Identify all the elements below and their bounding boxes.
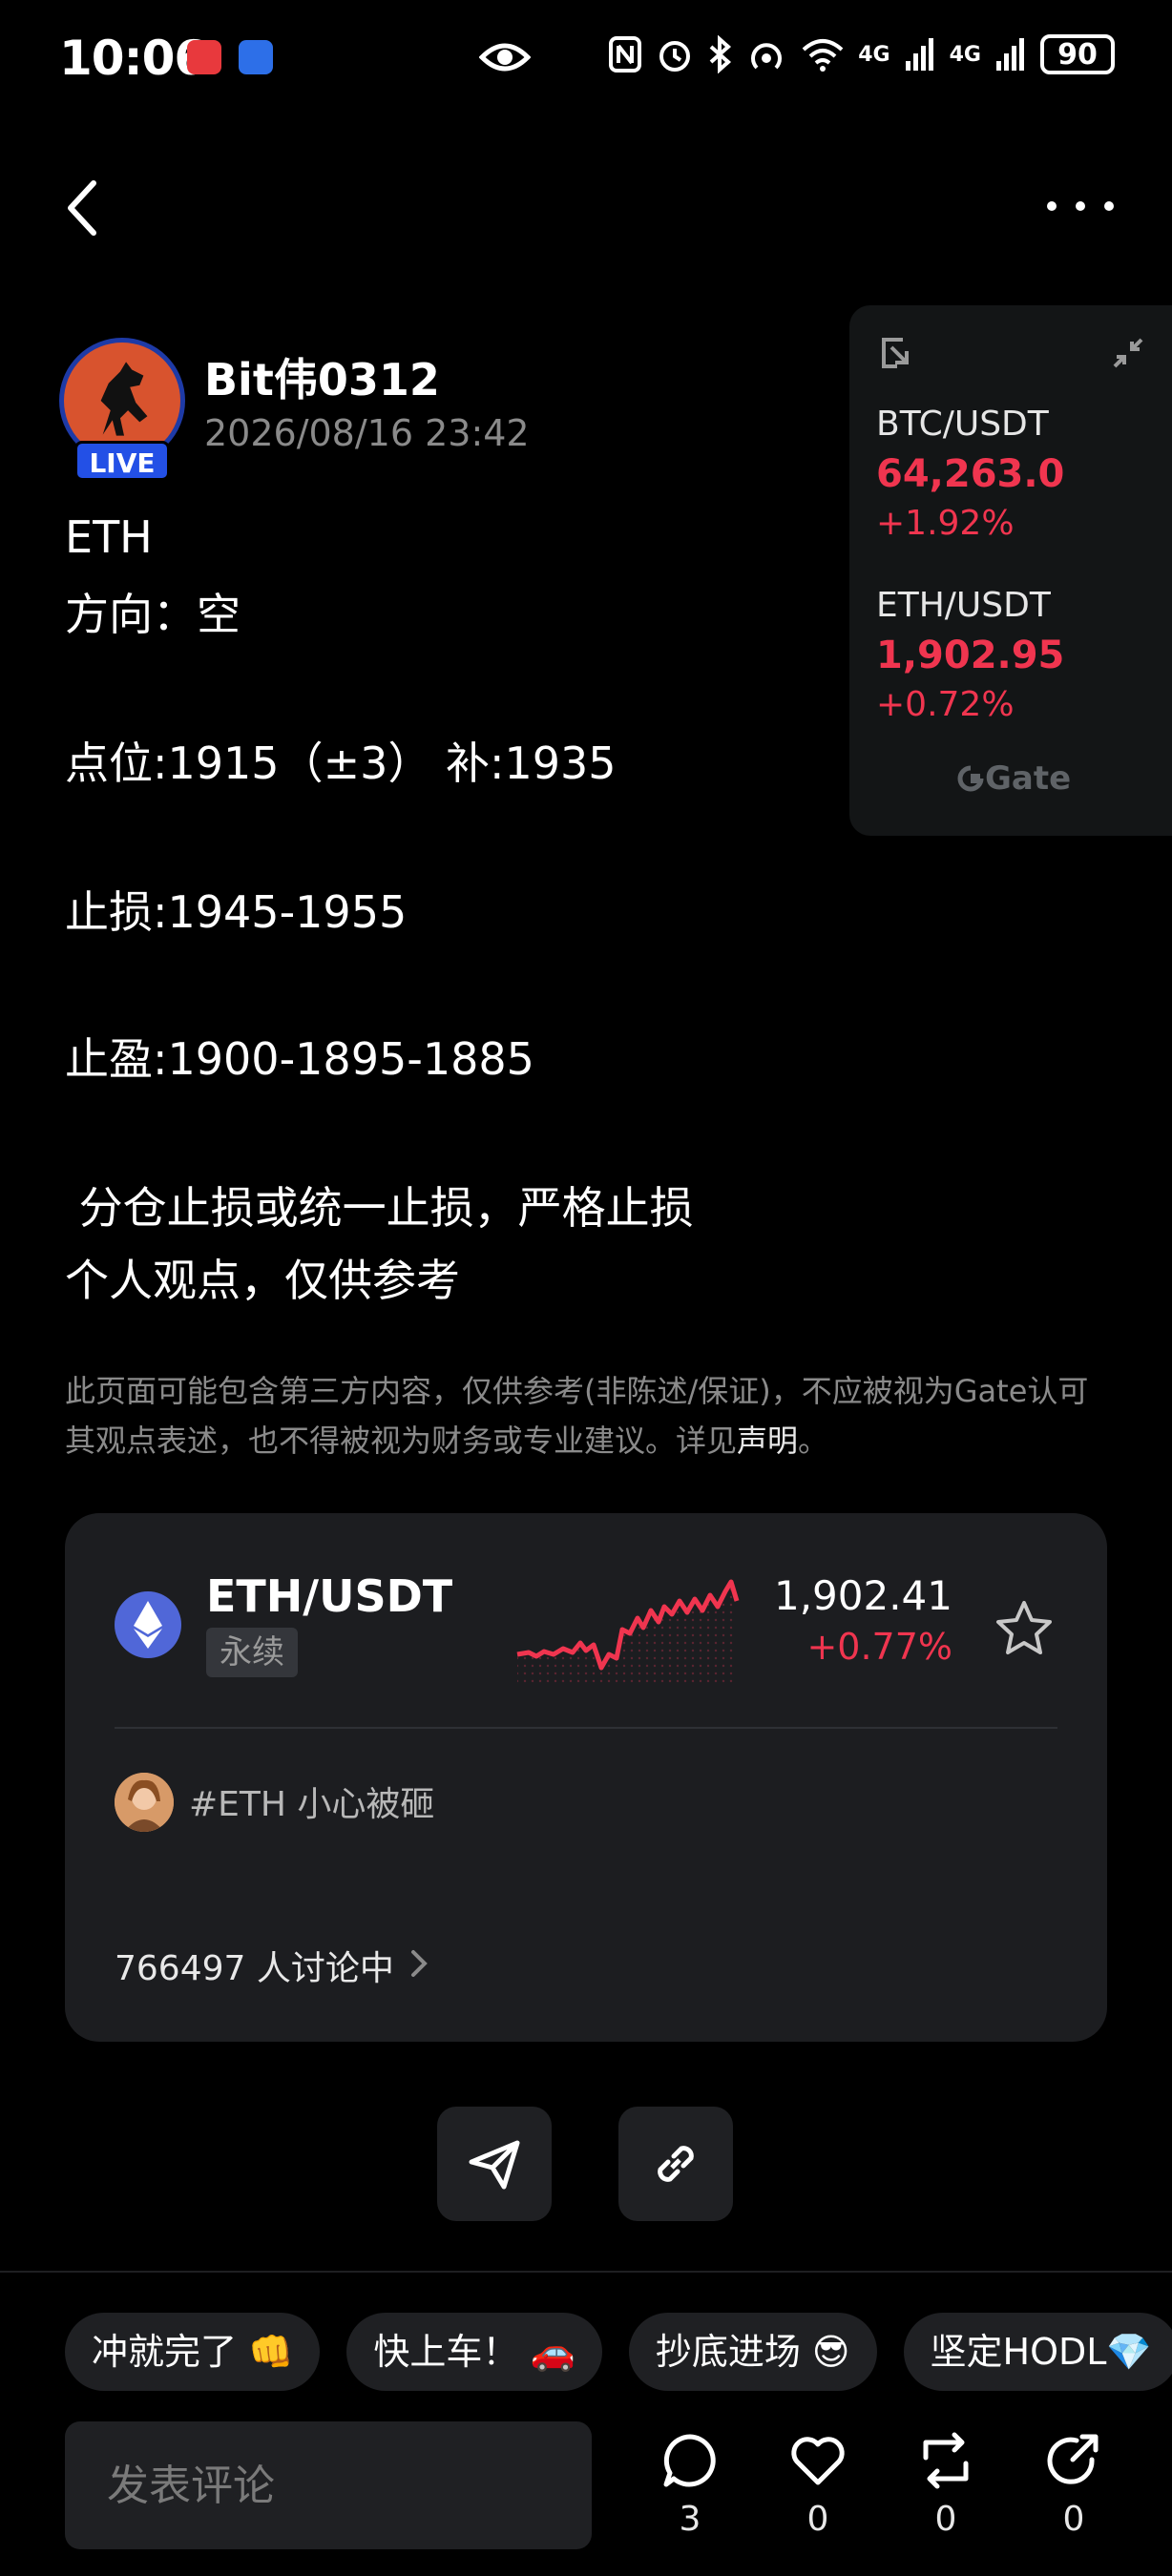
card-change: +0.77% bbox=[806, 1626, 952, 1668]
comment-button[interactable]: 3 bbox=[647, 2431, 733, 2539]
eye-icon bbox=[479, 43, 531, 72]
market-card[interactable]: ETH/USDT 永续 1,902.41 +0.77% #ETH 小心被砸 76… bbox=[65, 1513, 1107, 2042]
signal-label-2: 4G bbox=[949, 42, 981, 67]
post-line: 个人观点，仅供参考 bbox=[65, 1255, 460, 1306]
send-icon bbox=[469, 2140, 520, 2190]
eth-diamond-icon bbox=[134, 1601, 162, 1649]
user-face-icon bbox=[115, 1773, 174, 1832]
topic-avatar bbox=[115, 1773, 174, 1832]
quick-reply-chip[interactable]: 冲就完了 👊 bbox=[65, 2313, 321, 2391]
comment-icon bbox=[663, 2434, 716, 2487]
hotspot-icon bbox=[751, 43, 783, 70]
ticker-pair: BTC/USDT bbox=[876, 405, 1049, 444]
card-divider bbox=[115, 1727, 1057, 1729]
repost-button[interactable]: 0 bbox=[903, 2431, 989, 2539]
bluetooth-icon bbox=[709, 35, 732, 73]
post-line: 方向：空 bbox=[65, 589, 241, 640]
ticker-price: 64,263.0 bbox=[876, 452, 1065, 496]
ticker-change: +1.92% bbox=[876, 504, 1015, 543]
live-badge: LIVE bbox=[74, 441, 170, 481]
post-line: 分仓止损或统一止损，严格止损 bbox=[65, 1182, 694, 1234]
author-name[interactable]: Bit伟0312 bbox=[204, 345, 440, 408]
ticker-pair: ETH/USDT bbox=[876, 586, 1051, 625]
gate-logo-icon bbox=[957, 765, 984, 792]
alarm-icon bbox=[659, 41, 691, 72]
card-price: 1,902.41 bbox=[773, 1572, 952, 1619]
status-time: 10:06 bbox=[59, 31, 207, 86]
post-timestamp: 2026/08/16 23:42 bbox=[204, 412, 530, 454]
bottom-divider bbox=[0, 2271, 1172, 2273]
post-line: ETH bbox=[65, 511, 153, 563]
status-icons: 4G 4G 90 bbox=[608, 34, 1115, 74]
author-avatar[interactable]: LIVE bbox=[55, 334, 189, 481]
star-icon[interactable] bbox=[993, 1597, 1056, 1660]
repost-icon bbox=[923, 2432, 969, 2489]
gate-logo-text: Gate bbox=[985, 759, 1072, 798]
share-count: 0 bbox=[1062, 2500, 1085, 2539]
share-icon bbox=[1047, 2434, 1099, 2484]
card-pair: ETH/USDT bbox=[206, 1570, 453, 1622]
quick-reply-chip[interactable]: 抄底进场 😎 bbox=[628, 2313, 877, 2391]
share-button[interactable] bbox=[437, 2107, 552, 2221]
disclaimer-text: 此页面可能包含第三方内容，仅供参考(非陈述/保证)，不应被视为Gate认可其观点… bbox=[65, 1373, 1089, 1459]
perpetual-tag: 永续 bbox=[206, 1628, 298, 1677]
cloud-app-icon bbox=[239, 40, 273, 74]
price-ticker-widget[interactable]: BTC/USDT 64,263.0 +1.92% ETH/USDT 1,902.… bbox=[849, 305, 1172, 836]
ticker-change: +0.72% bbox=[876, 685, 1015, 724]
signal-bars-icon bbox=[905, 38, 933, 71]
copy-link-button[interactable] bbox=[618, 2107, 733, 2221]
gate-logo: Gate bbox=[956, 759, 1071, 798]
signal-label-1: 4G bbox=[858, 42, 890, 67]
share-action-button[interactable]: 0 bbox=[1031, 2431, 1117, 2539]
disclaimer: 此页面可能包含第三方内容，仅供参考(非陈述/保证)，不应被视为Gate认可其观点… bbox=[65, 1366, 1115, 1465]
status-bar: 10:06 4G 4G 90 bbox=[0, 0, 1172, 114]
like-count: 0 bbox=[806, 2500, 829, 2539]
signal-bars-icon bbox=[996, 38, 1024, 71]
discussion-count[interactable]: 766497 人讨论中 bbox=[115, 1941, 394, 1990]
like-button[interactable]: 0 bbox=[775, 2431, 861, 2539]
chevron-right-icon[interactable] bbox=[405, 1944, 433, 1983]
eth-logo-icon bbox=[115, 1591, 181, 1658]
disclaimer-end: 。 bbox=[798, 1423, 829, 1459]
repost-count: 0 bbox=[934, 2500, 957, 2539]
quick-replies: 冲就完了 👊 快上车！ 🚗 抄底进场 😎 坚定HODL💎 bbox=[65, 2313, 1172, 2391]
post-line: 点位:1915（±3） 补:1935 bbox=[65, 737, 617, 789]
comment-count: 3 bbox=[679, 2500, 701, 2539]
battery-indicator: 90 bbox=[1040, 34, 1115, 74]
post-line: 止损:1945-1955 bbox=[65, 886, 408, 938]
back-arrow-icon[interactable] bbox=[55, 170, 113, 246]
collapse-icon[interactable] bbox=[1109, 334, 1147, 372]
comment-input[interactable] bbox=[65, 2421, 592, 2549]
nfc-icon bbox=[609, 36, 642, 73]
post-line: 止盈:1900-1895-1885 bbox=[65, 1033, 534, 1085]
huawei-app-icon bbox=[187, 40, 221, 74]
price-sparkline bbox=[516, 1579, 740, 1687]
more-options-icon[interactable] bbox=[1042, 187, 1119, 225]
topic-text[interactable]: #ETH 小心被砸 bbox=[189, 1776, 434, 1826]
quick-reply-chip[interactable]: 快上车！ 🚗 bbox=[346, 2313, 602, 2391]
quick-reply-chip[interactable]: 坚定HODL💎 bbox=[903, 2313, 1172, 2391]
disclaimer-link[interactable]: 声明 bbox=[737, 1423, 798, 1459]
expand-icon[interactable] bbox=[878, 334, 916, 372]
ticker-price: 1,902.95 bbox=[876, 634, 1065, 677]
heart-icon bbox=[791, 2437, 845, 2485]
link-icon bbox=[658, 2146, 694, 2182]
wifi-icon bbox=[802, 39, 844, 72]
